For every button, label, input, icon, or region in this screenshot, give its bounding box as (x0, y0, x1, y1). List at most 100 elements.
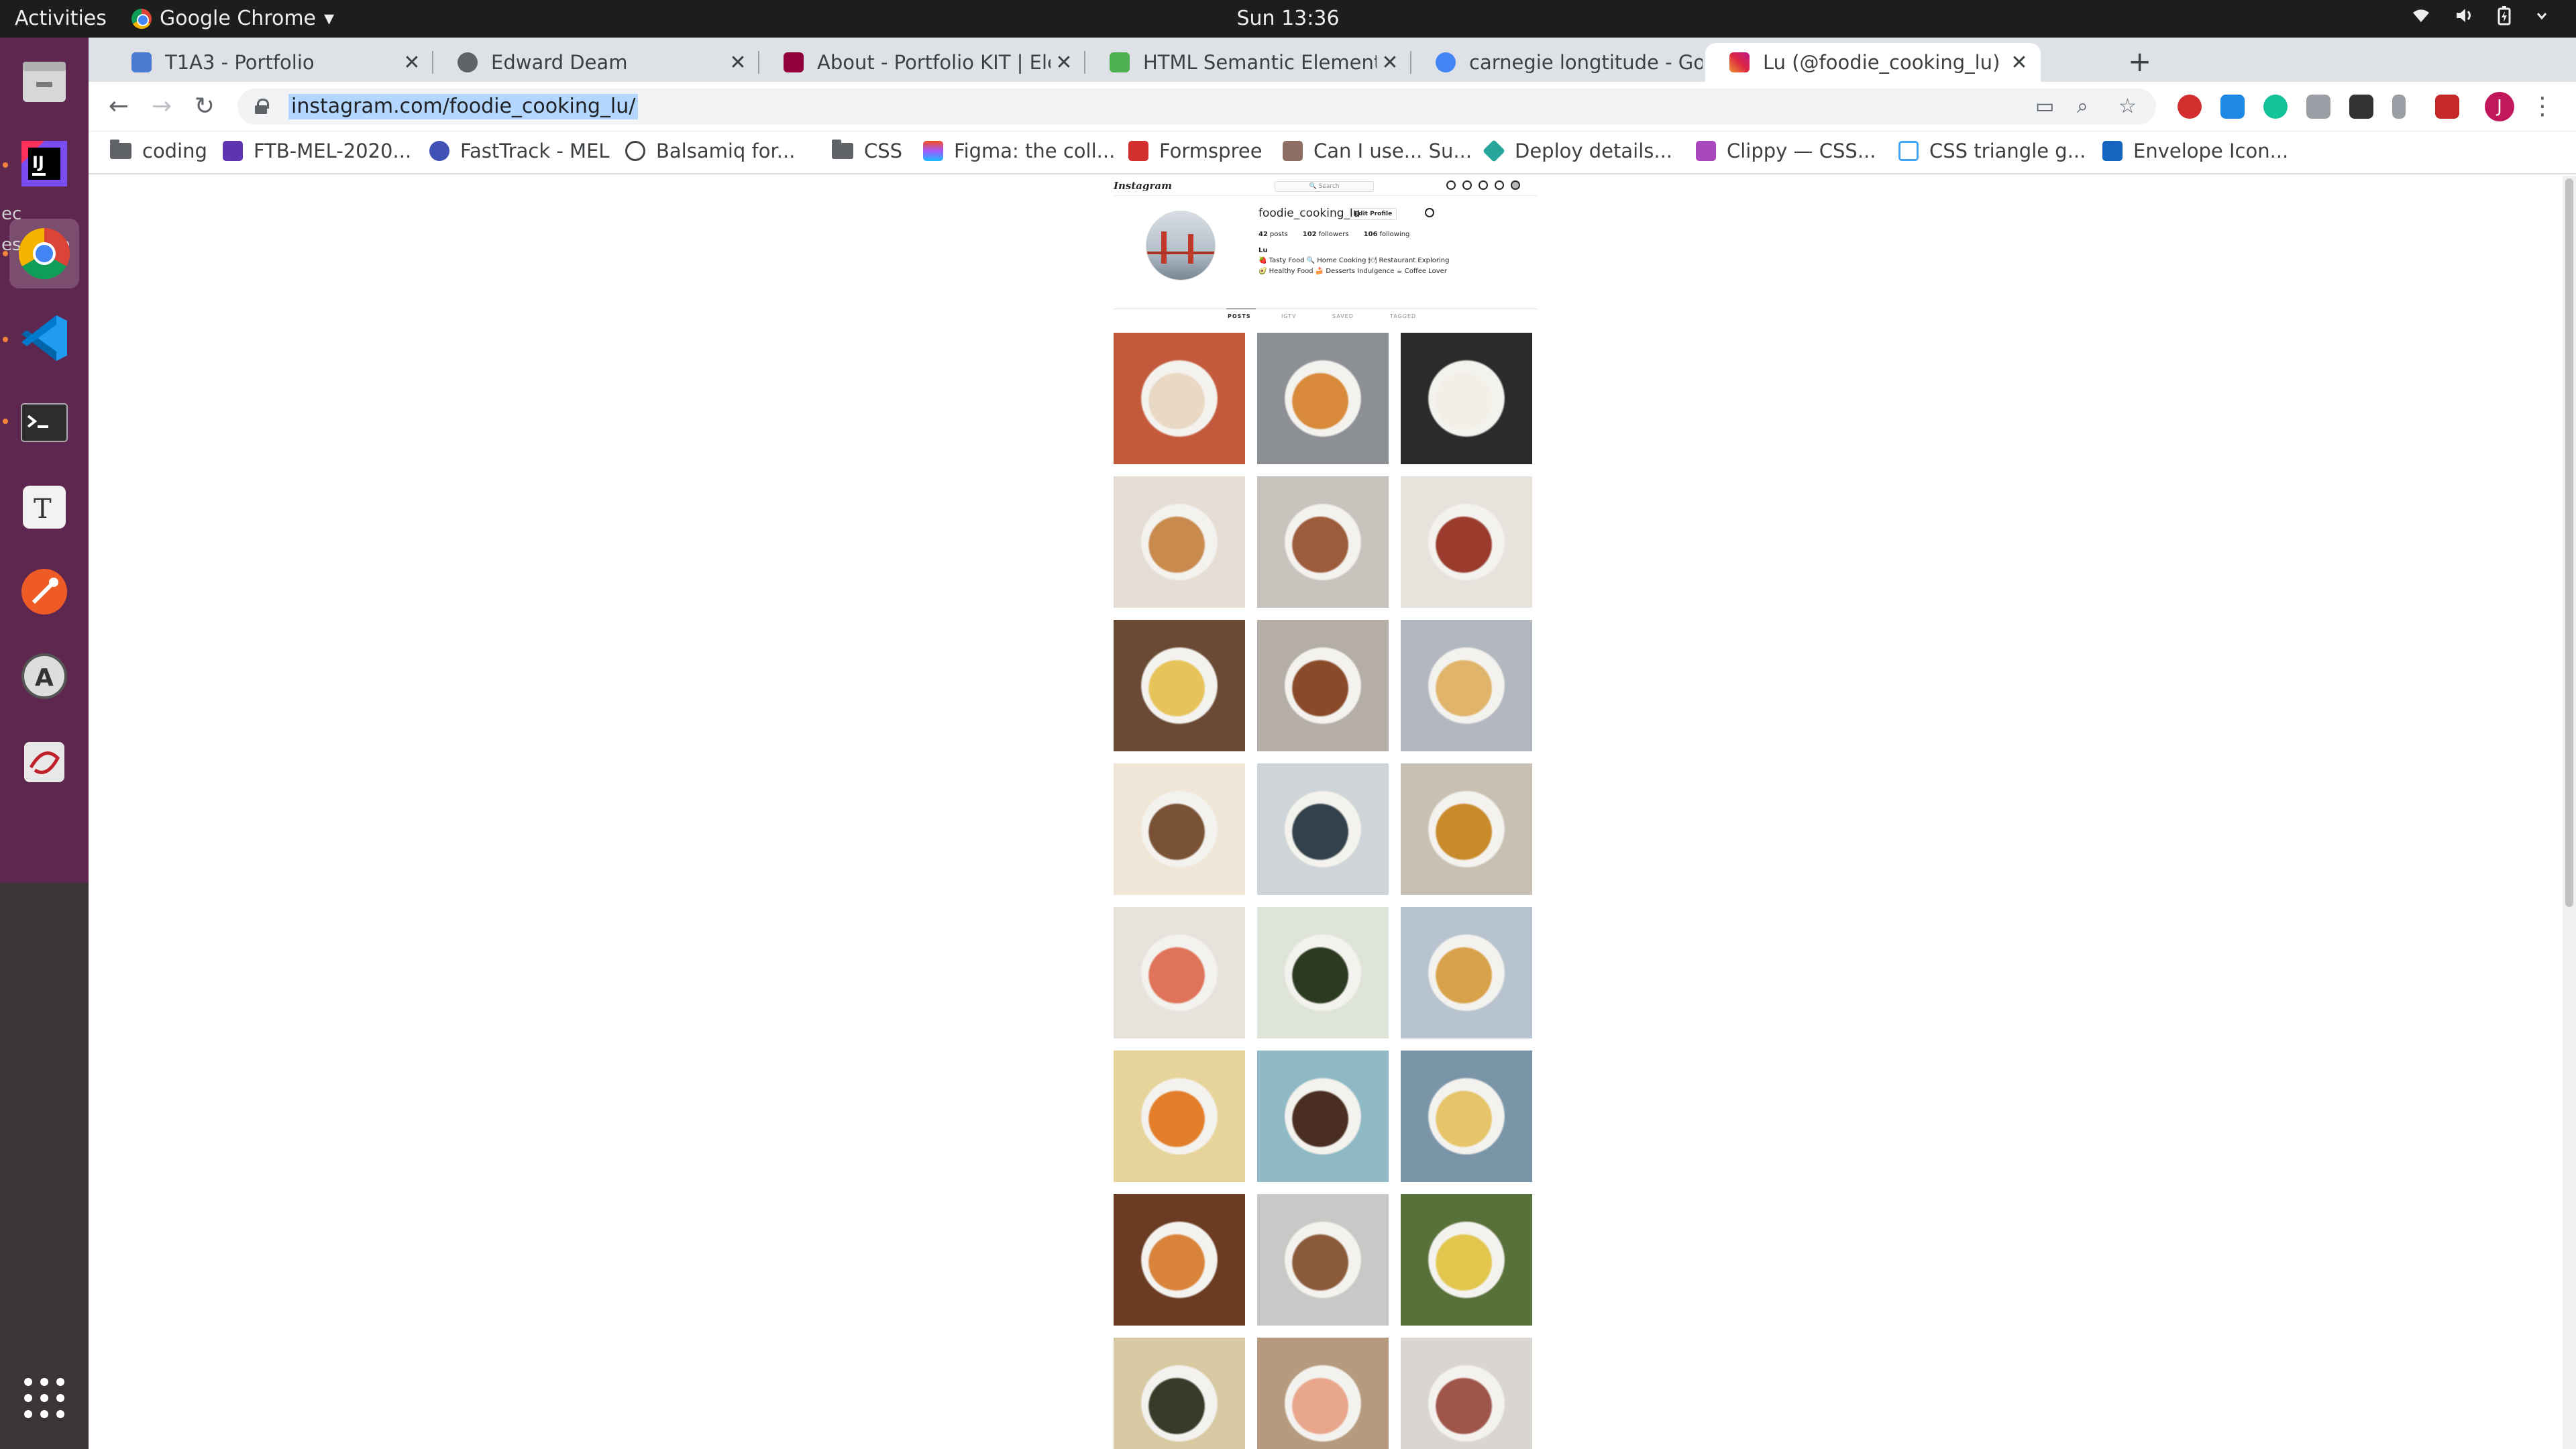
dropbox-extension-icon[interactable] (2306, 95, 2330, 119)
show-applications-button[interactable] (24, 1378, 64, 1418)
page-ruler-extension-icon[interactable] (2349, 95, 2373, 119)
intellij-launcher[interactable]: IJ (9, 129, 79, 199)
system-tray[interactable] (2411, 5, 2549, 25)
close-icon[interactable]: ✕ (398, 51, 425, 74)
address-bar[interactable]: instagram.com/foodie_cooking_lu/ ▭ ⌕ ☆ (237, 89, 2156, 125)
chrome-launcher[interactable] (9, 219, 79, 288)
following-count[interactable]: 106 following (1364, 231, 1410, 238)
tab-instagram-active[interactable]: Lu (@foodie_cooking_lu) ✕ (1705, 43, 2041, 82)
post-thumbnail-sandwich-board[interactable] (1114, 1338, 1245, 1449)
post-thumbnail-meat-platter[interactable] (1257, 1338, 1389, 1449)
close-icon[interactable]: ✕ (2006, 51, 2033, 74)
post-thumbnail-pastry-twists[interactable] (1401, 907, 1532, 1038)
post-thumbnail-brunch-board[interactable] (1401, 1051, 1532, 1182)
reload-button[interactable]: ↻ (188, 90, 221, 123)
post-thumbnail-bread-platter[interactable] (1114, 476, 1245, 608)
mail-badge-extension-icon[interactable] (2435, 95, 2459, 119)
bookmark-figma[interactable]: Figma: the coll... (923, 140, 1115, 162)
direct-icon[interactable] (1462, 180, 1472, 190)
gear-icon[interactable] (1425, 208, 1434, 217)
page-scrollbar[interactable] (2563, 176, 2576, 1449)
bookmark-folder-coding[interactable]: coding (110, 140, 207, 162)
bookmark-clippy[interactable]: Clippy — CSS... (1696, 140, 1876, 162)
post-thumbnail-grilled-fish[interactable] (1114, 763, 1245, 895)
eclipse-launcher[interactable] (9, 727, 79, 797)
post-thumbnail-coffee-cups[interactable] (1257, 1051, 1389, 1182)
bookmark-star-icon[interactable]: ☆ (2118, 94, 2137, 119)
tab-edward-deam[interactable]: Edward Deam ✕ (433, 43, 759, 82)
explore-icon[interactable] (1479, 180, 1488, 190)
profile-avatar[interactable] (1146, 211, 1216, 280)
tab-saved[interactable]: SAVED (1332, 313, 1354, 319)
post-thumbnail-board-dumplings[interactable] (1114, 620, 1245, 751)
bars-extension-icon[interactable] (2392, 95, 2406, 119)
instagram-logo[interactable]: Instagram (1114, 180, 1172, 192)
typora-launcher[interactable]: T (9, 472, 79, 542)
lock-icon[interactable] (255, 99, 269, 114)
url-text[interactable]: instagram.com/foodie_cooking_lu/ (288, 94, 639, 119)
tab-t1a3-portfolio[interactable]: T1A3 - Portfolio ✕ (107, 43, 433, 82)
post-thumbnail-dessert-plate[interactable] (1401, 1338, 1532, 1449)
bookmark-caniuse[interactable]: Can I use... Su... (1283, 140, 1472, 162)
app-menu-button[interactable]: Google Chrome ▾ (131, 5, 334, 32)
post-thumbnail-roast-chicken[interactable] (1401, 476, 1532, 608)
new-tab-button[interactable]: + (2128, 46, 2151, 78)
post-thumbnail-spinach-pizza[interactable] (1401, 333, 1532, 464)
software-updater-launcher[interactable]: A (9, 641, 79, 711)
tab-posts[interactable]: POSTS (1228, 313, 1251, 319)
post-thumbnail-green-bowls[interactable] (1257, 907, 1389, 1038)
s-extension-icon[interactable] (2220, 95, 2245, 119)
post-thumbnail-roast-platter[interactable] (1257, 476, 1389, 608)
activities-button[interactable]: Activities (15, 5, 107, 32)
bookmark-formspree[interactable]: Formspree (1128, 140, 1263, 162)
close-icon[interactable]: ✕ (1377, 51, 1403, 74)
post-thumbnail-bruschetta-tray[interactable] (1257, 620, 1389, 751)
post-thumbnail-veggie-bake[interactable] (1114, 1051, 1245, 1182)
post-thumbnail-baked-frittata[interactable] (1257, 333, 1389, 464)
forward-button[interactable]: → (145, 90, 178, 123)
bookmark-fasttrack[interactable]: FastTrack - MEL (429, 140, 610, 162)
followers-count[interactable]: 102 followers (1303, 231, 1349, 238)
profile-avatar[interactable]: J (2485, 92, 2514, 121)
post-thumbnail-breakfast-plate[interactable] (1257, 1194, 1389, 1326)
files-launcher[interactable] (9, 47, 79, 117)
bookmark-envelope-icon[interactable]: Envelope Icon... (2102, 140, 2288, 162)
tab-html-semantic[interactable]: HTML Semantic Elements ✕ (1085, 43, 1411, 82)
post-thumbnail-carbonara[interactable] (1401, 620, 1532, 751)
post-thumbnail-salmon-plate[interactable] (1114, 907, 1245, 1038)
back-button[interactable]: ← (102, 90, 136, 123)
tab-igtv[interactable]: IGTV (1281, 313, 1297, 319)
cast-icon[interactable]: ▭ (2035, 94, 2054, 119)
page-viewport[interactable]: Instagram 🔍 Search foodie_cooking_lu Edi… (89, 176, 2563, 1449)
terminal-launcher[interactable] (9, 388, 79, 458)
heart-icon[interactable] (1495, 180, 1504, 190)
bookmark-folder-css[interactable]: CSS (832, 140, 902, 162)
tab-google-search[interactable]: carnegie longtitude - Goo ✕ (1411, 43, 1737, 82)
scrollbar-thumb[interactable] (2565, 178, 2573, 907)
bookmark-css-triangle[interactable]: CSS triangle g... (1898, 140, 2086, 162)
close-icon[interactable]: ✕ (724, 51, 751, 74)
browser-menu-button[interactable]: ⋮ (2530, 90, 2555, 123)
post-thumbnail-curry-pastry[interactable] (1114, 1194, 1245, 1326)
edit-profile-button[interactable]: Edit Profile (1350, 208, 1397, 220)
search-input[interactable]: 🔍 Search (1275, 181, 1374, 192)
adblock-extension-icon[interactable] (2178, 95, 2202, 119)
bookmark-balsamiq[interactable]: Balsamiq for... (625, 140, 795, 162)
tab-portfolio-kit[interactable]: About - Portfolio KIT | Ele ✕ (759, 43, 1085, 82)
home-icon[interactable] (1446, 180, 1456, 190)
post-thumbnail-noodle-bowl[interactable] (1401, 1194, 1532, 1326)
grammarly-extension-icon[interactable] (2263, 95, 2288, 119)
clock[interactable]: Sun 13:36 (1236, 5, 1339, 32)
bookmark-ftb-mel[interactable]: FTB-MEL-2020... (223, 140, 411, 162)
tab-tagged[interactable]: TAGGED (1390, 313, 1416, 319)
post-thumbnail-spaghetti-meatballs[interactable] (1114, 333, 1245, 464)
zoom-icon[interactable]: ⌕ (2077, 94, 2088, 119)
bookmark-deploy[interactable]: Deploy details... (1483, 140, 1672, 162)
postman-launcher[interactable] (9, 557, 79, 627)
post-thumbnail-roast-potatoes[interactable] (1401, 763, 1532, 895)
vscode-launcher[interactable] (9, 303, 79, 373)
profile-icon[interactable] (1511, 180, 1520, 190)
ed-favicon-icon (223, 141, 243, 161)
close-icon[interactable]: ✕ (1051, 51, 1077, 74)
post-thumbnail-bubble-tea[interactable] (1257, 763, 1389, 895)
